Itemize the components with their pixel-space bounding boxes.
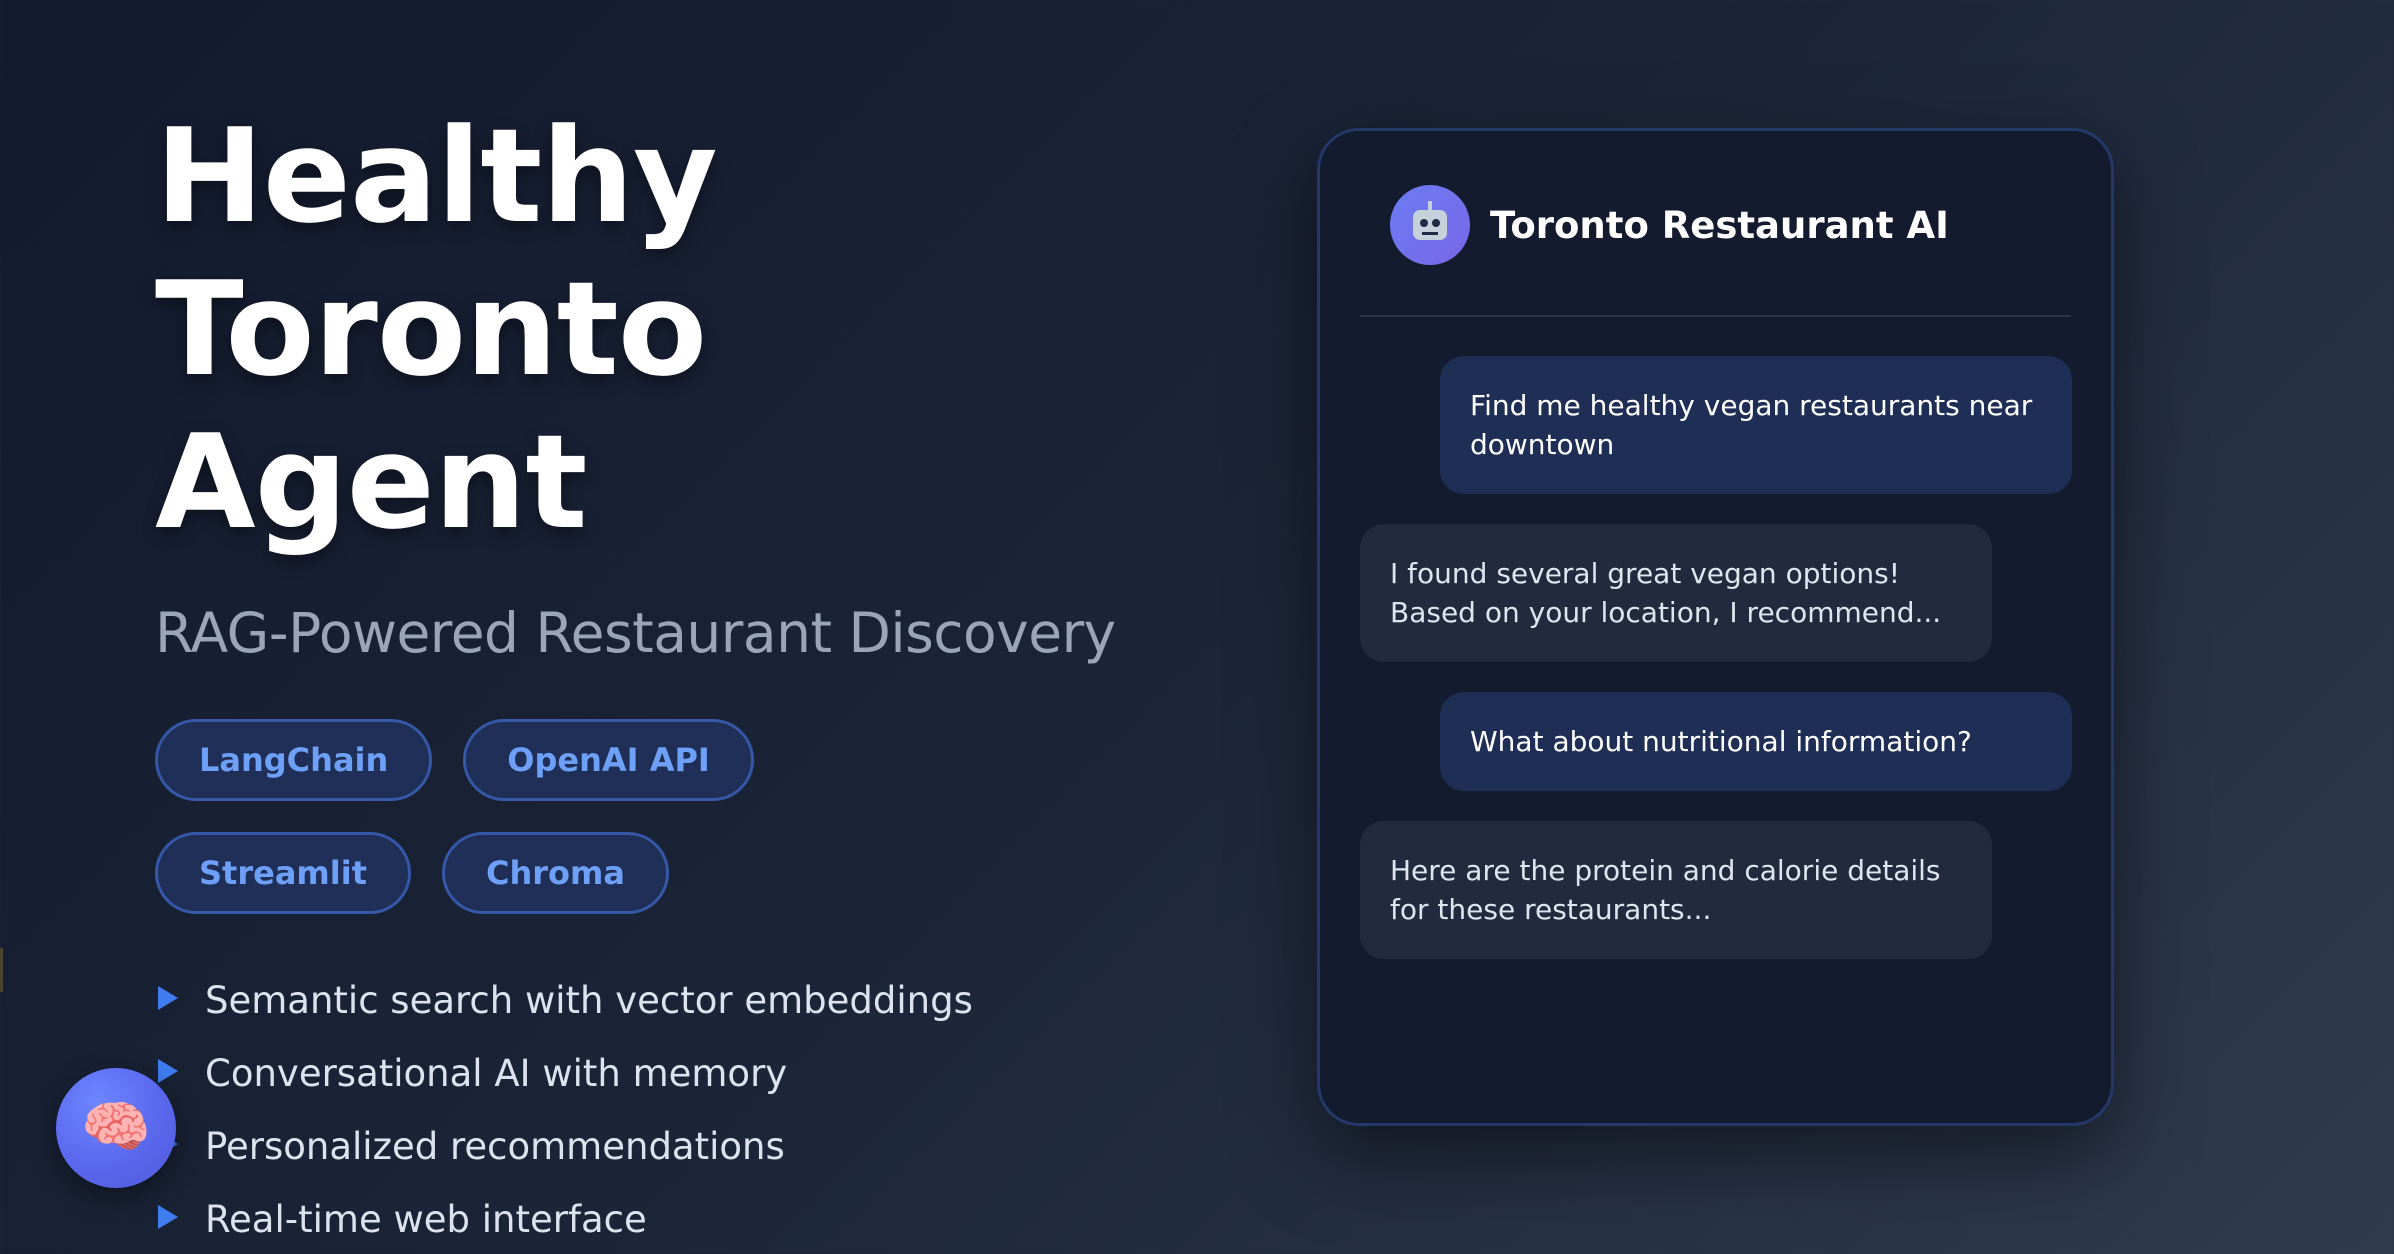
- hero-section: Healthy Toronto Agent RAG-Powered Restau…: [155, 100, 1155, 1254]
- user-message: What about nutritional information?: [1440, 692, 2072, 791]
- feature-text: Semantic search with vector embeddings: [205, 979, 973, 1022]
- ai-message: I found several great vegan options! Bas…: [1360, 524, 1992, 662]
- feature-item: Semantic search with vector embeddings: [155, 964, 1155, 1037]
- triangle-bullet-icon: [158, 1059, 178, 1083]
- robot-icon: [1413, 201, 1447, 240]
- tag-streamlit[interactable]: Streamlit: [155, 832, 411, 914]
- user-message: Find me healthy vegan restaurants near d…: [1440, 356, 2072, 494]
- avatar: [1390, 185, 1470, 265]
- feature-list: Semantic search with vector embeddings C…: [155, 964, 1155, 1254]
- chat-header: Toronto Restaurant AI: [1360, 131, 2071, 317]
- brain-button[interactable]: 🧠: [56, 1068, 176, 1188]
- feature-text: Conversational AI with memory: [205, 1052, 788, 1095]
- title-line-1: Healthy: [155, 100, 718, 252]
- tech-tag-list: LangChain OpenAI API Streamlit Chroma: [155, 719, 1035, 914]
- feature-item: Conversational AI with memory: [155, 1037, 1155, 1110]
- feature-text: Personalized recommendations: [205, 1125, 785, 1168]
- edge-marker: [0, 948, 3, 992]
- tag-langchain[interactable]: LangChain: [155, 719, 433, 801]
- ai-message: Here are the protein and calorie details…: [1360, 821, 1992, 959]
- chat-preview-panel: Toronto Restaurant AI Find me healthy ve…: [1317, 128, 2114, 1126]
- page-subtitle: RAG-Powered Restaurant Discovery: [155, 601, 1116, 665]
- brain-icon: 🧠: [81, 1095, 151, 1160]
- feature-text: Real-time web interface: [205, 1198, 647, 1241]
- tag-openai-api[interactable]: OpenAI API: [463, 719, 754, 801]
- triangle-bullet-icon: [158, 986, 178, 1010]
- title-line-2: Toronto Agent: [155, 253, 707, 558]
- feature-item: Personalized recommendations: [155, 1110, 1155, 1183]
- page-title: Healthy Toronto Agent: [155, 100, 1155, 559]
- feature-item: Real-time web interface: [155, 1183, 1155, 1254]
- triangle-bullet-icon: [158, 1205, 178, 1229]
- tag-chroma[interactable]: Chroma: [442, 832, 669, 914]
- chat-title: Toronto Restaurant AI: [1490, 203, 1949, 247]
